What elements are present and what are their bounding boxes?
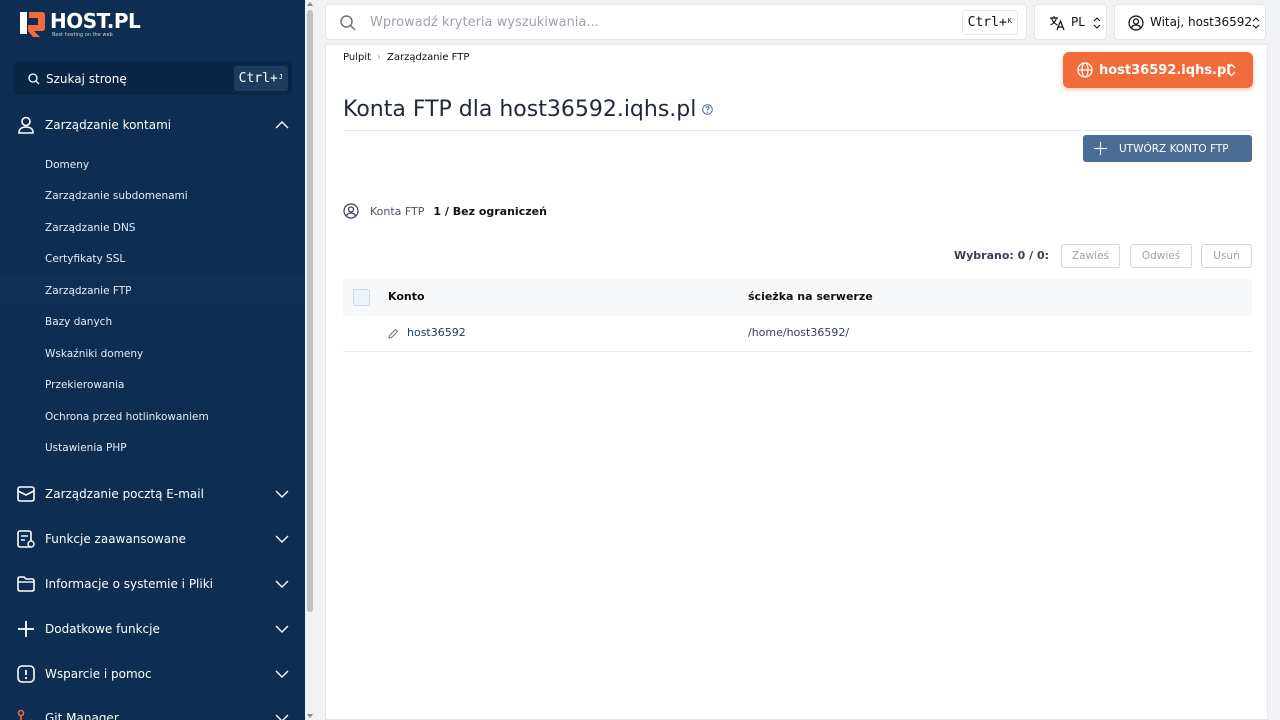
create-ftp-account-button[interactable]: UTWÓRZ KONTO FTP bbox=[1083, 135, 1252, 162]
sidebar-item-ssl[interactable]: Certyfikaty SSL bbox=[0, 243, 305, 274]
select-all-checkbox[interactable] bbox=[353, 289, 370, 306]
sidebar-item-php-settings[interactable]: Ustawienia PHP bbox=[0, 432, 305, 463]
logo[interactable]: HOST.PL Best hosting on the web bbox=[20, 9, 141, 38]
create-button-label: UTWÓRZ KONTO FTP bbox=[1119, 142, 1229, 155]
updown-chevron-icon bbox=[1093, 17, 1101, 29]
ftp-accounts-table: Konto ścieżka na serwerze host36592 /hom… bbox=[343, 279, 1252, 352]
sidebar-search[interactable]: Szukaj stronę Ctrl+ J bbox=[14, 62, 292, 95]
sidebar-group-label: Informacje o systemie i Pliki bbox=[45, 577, 214, 591]
sidebar-group-email[interactable]: Zarządzanie pocztą E-mail bbox=[0, 476, 305, 512]
updown-chevron-icon bbox=[1227, 63, 1236, 77]
sidebar-group-advanced[interactable]: Funkcje zaawansowane bbox=[0, 521, 305, 557]
breadcrumb: Pulpit › Zarządzanie FTP bbox=[343, 52, 469, 63]
selection-count: Wybrano: 0 / 0: bbox=[954, 249, 1050, 262]
sidebar-scrollbar[interactable] bbox=[305, 0, 315, 720]
sidebar-item-subdomains[interactable]: Zarządzanie subdomenami bbox=[0, 180, 305, 211]
domain-selector[interactable]: host36592.iqhs.pl bbox=[1063, 52, 1253, 88]
user-icon bbox=[18, 116, 34, 134]
sidebar-group-label: Wsparcie i pomoc bbox=[45, 667, 152, 681]
column-header-account[interactable]: Konto bbox=[388, 290, 425, 303]
sidebar-item-hotlink-protection[interactable]: Ochrona przed hotlinkowaniem bbox=[0, 401, 305, 432]
chevron-down-icon bbox=[275, 535, 289, 543]
user-greeting: Witaj, host36592 bbox=[1150, 15, 1253, 29]
chevron-up-icon bbox=[275, 121, 289, 129]
page-title: Konta FTP dla host36592.iqhs.pl bbox=[343, 97, 714, 122]
chevron-down-icon bbox=[275, 714, 289, 720]
sidebar-item-databases[interactable]: Bazy danych bbox=[0, 306, 305, 337]
breadcrumb-home[interactable]: Pulpit bbox=[343, 52, 371, 63]
globe-icon bbox=[1077, 62, 1093, 78]
git-icon bbox=[17, 709, 33, 720]
advanced-settings-icon bbox=[17, 530, 35, 548]
sidebar-item-ftp[interactable]: Zarządzanie FTP bbox=[0, 275, 305, 306]
help-icon[interactable] bbox=[702, 104, 714, 115]
sidebar: HOST.PL Best hosting on the web Szukaj s… bbox=[0, 0, 305, 720]
sidebar-group-label: Zarządzanie kontami bbox=[45, 118, 172, 132]
chevron-down-icon bbox=[275, 625, 289, 633]
divider bbox=[343, 130, 1252, 131]
scroll-down-arrow[interactable] bbox=[307, 714, 313, 718]
quota-value: 1 / Bez ograniczeń bbox=[433, 204, 547, 218]
sidebar-group-system-files[interactable]: Informacje o systemie i Pliki bbox=[0, 566, 305, 602]
column-header-path[interactable]: ścieżka na serwerze bbox=[748, 290, 873, 303]
unsuspend-button[interactable]: Odwieś bbox=[1130, 244, 1192, 268]
sidebar-group-accounts[interactable]: Zarządzanie kontami bbox=[0, 107, 305, 143]
sidebar-group-label: Dodatkowe funkcje bbox=[45, 622, 160, 636]
domain-selector-label: host36592.iqhs.pl bbox=[1099, 62, 1231, 78]
search-icon bbox=[340, 15, 356, 31]
breadcrumb-current: Zarządzanie FTP bbox=[387, 52, 470, 63]
sidebar-item-dns[interactable]: Zarządzanie DNS bbox=[0, 212, 305, 243]
table-header: Konto ścieżka na serwerze bbox=[343, 279, 1252, 316]
sidebar-group-label: Zarządzanie pocztą E-mail bbox=[45, 487, 204, 501]
account-path: /home/host36592/ bbox=[748, 326, 850, 339]
brand-name: HOST.PL bbox=[50, 9, 141, 33]
plus-icon bbox=[18, 621, 34, 637]
chevron-down-icon bbox=[275, 670, 289, 678]
plus-icon bbox=[1094, 142, 1107, 155]
sidebar-group-label: Git Manager bbox=[45, 711, 119, 720]
folder-icon bbox=[17, 576, 35, 592]
chevron-down-icon bbox=[275, 580, 289, 588]
mail-icon bbox=[17, 486, 35, 502]
main-panel: Pulpit › Zarządzanie FTP host36592.iqhs.… bbox=[325, 44, 1268, 720]
user-circle-icon bbox=[1128, 15, 1144, 31]
sidebar-group-support[interactable]: Wsparcie i pomoc bbox=[0, 656, 305, 692]
sidebar-item-domains[interactable]: Domeny bbox=[0, 149, 305, 180]
ftp-quota: Konta FTP 1 / Bez ograniczeń bbox=[343, 203, 547, 219]
suspend-button[interactable]: Zawieś bbox=[1061, 244, 1120, 268]
user-circle-icon bbox=[343, 203, 359, 219]
alert-icon bbox=[17, 665, 35, 683]
quota-label: Konta FTP bbox=[370, 204, 425, 218]
sidebar-search-shortcut: Ctrl+ J bbox=[233, 66, 288, 91]
sidebar-group-git[interactable]: Git Manager bbox=[0, 700, 305, 720]
table-row: host36592 /home/host36592/ bbox=[343, 316, 1252, 352]
sidebar-group-label: Funkcje zaawansowane bbox=[45, 532, 187, 546]
search-shortcut: Ctrl+ K bbox=[961, 10, 1018, 35]
search-input[interactable]: Wprowadź kryteria wyszukiwania... bbox=[370, 15, 599, 30]
sidebar-search-label: Szukaj stronę bbox=[46, 71, 127, 86]
chevron-down-icon bbox=[275, 490, 289, 498]
sidebar-group-extra-features[interactable]: Dodatkowe funkcje bbox=[0, 611, 305, 647]
account-name-link[interactable]: host36592 bbox=[407, 326, 466, 339]
user-menu[interactable]: Witaj, host36592 bbox=[1114, 4, 1266, 40]
language-label: PL bbox=[1071, 15, 1085, 29]
page-title-text: Konta FTP dla host36592.iqhs.pl bbox=[343, 97, 697, 122]
delete-button[interactable]: Usuń bbox=[1201, 244, 1252, 268]
global-search[interactable]: Wprowadź kryteria wyszukiwania... Ctrl+ K bbox=[325, 4, 1027, 40]
scroll-up-arrow[interactable] bbox=[307, 2, 313, 6]
search-icon bbox=[28, 72, 40, 84]
language-selector[interactable]: PL bbox=[1034, 4, 1107, 40]
breadcrumb-separator-icon: › bbox=[377, 52, 382, 63]
sidebar-item-domain-pointers[interactable]: Wskaźniki domeny bbox=[0, 338, 305, 369]
scrollbar-thumb[interactable] bbox=[307, 10, 313, 612]
logo-icon bbox=[20, 12, 45, 37]
sidebar-item-redirects[interactable]: Przekierowania bbox=[0, 369, 305, 400]
pencil-icon[interactable] bbox=[388, 328, 399, 339]
updown-chevron-icon bbox=[1252, 17, 1260, 29]
translate-icon bbox=[1050, 16, 1065, 31]
